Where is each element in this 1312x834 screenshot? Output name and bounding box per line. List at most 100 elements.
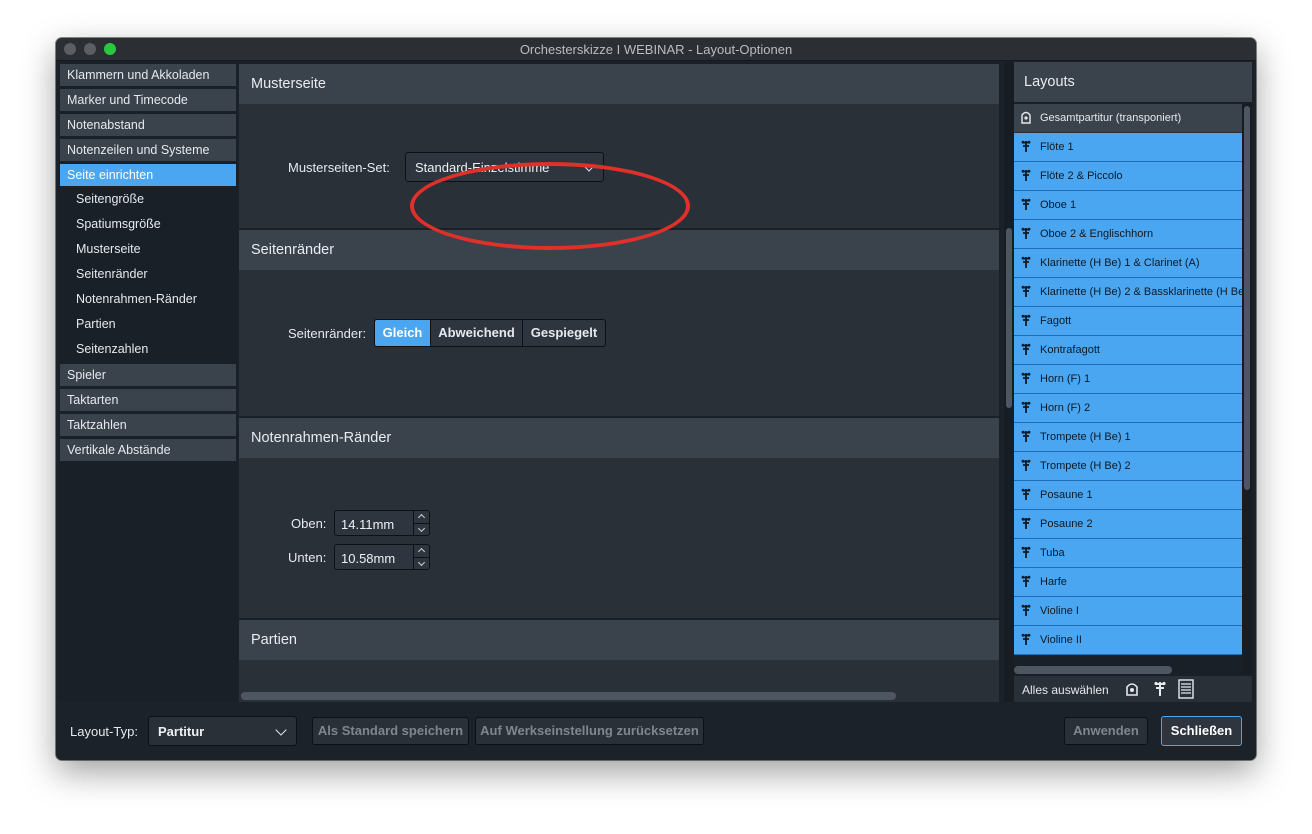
sidebar-item-spieler[interactable]: Spieler [60, 364, 236, 386]
apply-button[interactable]: Anwenden [1064, 717, 1148, 745]
part-icon [1020, 197, 1032, 211]
options-horizontal-scrollbar[interactable] [241, 692, 896, 700]
sidebar-item-notenzeilen[interactable]: Notenzeilen und Systeme [60, 139, 236, 161]
select-full-scores-icon[interactable] [1124, 681, 1140, 697]
layout-list-item[interactable]: Flöte 2 & Piccolo [1014, 162, 1242, 191]
decrement-icon[interactable] [417, 558, 426, 567]
save-as-default-button[interactable]: Als Standard speichern [312, 717, 469, 745]
sidebar-subitem-spatiumsgroesse[interactable]: Spatiumsgröße [76, 213, 161, 235]
part-icon [1020, 284, 1032, 298]
scrollbar-thumb[interactable] [1244, 106, 1250, 490]
layouts-panel: Layouts Gesamtpartitur (transponiert) Flö… [1014, 62, 1254, 702]
layout-list-item[interactable]: Posaune 1 [1014, 481, 1242, 510]
sidebar-subitem-seitenzahlen[interactable]: Seitenzahlen [76, 338, 148, 360]
sidebar-subitem-notenrahmen[interactable]: Notenrahmen-Ränder [76, 288, 197, 310]
margins-different-button[interactable]: Abweichend [430, 319, 523, 347]
reset-to-factory-button[interactable]: Auf Werkseinstellung zurücksetzen [475, 717, 704, 745]
part-icon [1020, 516, 1032, 530]
layouts-title: Layouts [1024, 74, 1075, 90]
frame-top-input[interactable]: 14.11mm [334, 510, 414, 536]
layout-label: Kontrafagott [1040, 344, 1100, 356]
section-header-partien[interactable]: Partien [239, 620, 999, 660]
options-vertical-scrollbar[interactable] [1004, 62, 1014, 702]
layout-label: Oboe 2 & Englischhorn [1040, 228, 1154, 240]
layout-type-label: Layout-Typ: [70, 724, 138, 739]
layout-list-item[interactable]: Gesamtpartitur (transponiert) [1014, 104, 1242, 133]
sidebar-subitem-seitenraender[interactable]: Seitenränder [76, 263, 148, 285]
part-icon [1020, 371, 1032, 385]
frame-bottom-input[interactable]: 10.58mm [334, 544, 414, 570]
layout-list-item[interactable]: Harfe [1014, 568, 1242, 597]
page-margins-label: Seitenränder: [288, 326, 367, 341]
sidebar-item-klammern[interactable]: Klammern und Akkoladen [60, 64, 236, 86]
scrollbar-thumb[interactable] [1006, 228, 1012, 408]
layouts-vertical-scrollbar[interactable] [1242, 104, 1252, 674]
layout-list-item[interactable]: Flöte 1 [1014, 133, 1242, 162]
layout-label: Violine I [1040, 605, 1079, 617]
layout-list-item[interactable]: Horn (F) 2 [1014, 394, 1242, 423]
select-parts-icon[interactable] [1152, 680, 1168, 698]
layout-label: Horn (F) 1 [1040, 373, 1091, 385]
frame-bottom-arrows[interactable] [413, 544, 430, 570]
layout-list-item[interactable]: Fagott [1014, 307, 1242, 336]
dropdown-value: Partitur [158, 724, 205, 739]
layouts-footer: Alles auswählen [1014, 676, 1252, 702]
master-page-set-label: Musterseiten-Set: [288, 160, 390, 175]
layout-label: Trompete (H Be) 2 [1040, 460, 1131, 472]
sidebar-item-taktarten[interactable]: Taktarten [60, 389, 236, 411]
increment-icon[interactable] [417, 513, 426, 522]
decrement-icon[interactable] [417, 524, 426, 533]
sidebar-subitem-partien[interactable]: Partien [76, 313, 116, 335]
red-highlight-annotation [410, 162, 690, 250]
layout-list-item[interactable]: Horn (F) 1 [1014, 365, 1242, 394]
sidebar-item-taktzahlen[interactable]: Taktzahlen [60, 414, 236, 436]
layout-label: Flöte 2 & Piccolo [1040, 170, 1123, 182]
select-all-label[interactable]: Alles auswählen [1022, 683, 1109, 697]
layout-label: Klarinette (H Be) 1 & Clarinet (A) [1040, 257, 1200, 269]
sidebar-item-seite-einrichten[interactable]: Seite einrichten [60, 164, 236, 186]
layouts-header: Layouts [1014, 62, 1252, 102]
part-icon [1020, 632, 1032, 646]
sidebar-item-marker[interactable]: Marker und Timecode [60, 89, 236, 111]
sidebar-subitem-musterseite[interactable]: Musterseite [76, 238, 141, 260]
section-title: Partien [251, 632, 297, 648]
layout-list-item[interactable]: Klarinette (H Be) 1 & Clarinet (A) [1014, 249, 1242, 278]
section-header-notenrahmen[interactable]: Notenrahmen-Ränder [239, 418, 999, 458]
part-icon [1020, 487, 1032, 501]
layout-label: Fagott [1040, 315, 1072, 327]
layout-list-item[interactable]: Trompete (H Be) 2 [1014, 452, 1242, 481]
layout-list-item[interactable]: Violine II [1014, 626, 1242, 655]
section-body-notenrahmen: Oben: 14.11mm Unten: 10.58mm [239, 458, 999, 618]
layouts-horizontal-scrollbar[interactable] [1014, 666, 1172, 674]
select-custom-layouts-icon[interactable] [1178, 679, 1194, 699]
section-body-seitenraender: Seitenränder: Gleich Abweichend Gespiege… [239, 270, 999, 416]
sidebar-subitem-seitengroesse[interactable]: Seitengröße [76, 188, 144, 210]
layout-list-item[interactable]: Violine I [1014, 597, 1242, 626]
part-icon [1020, 458, 1032, 472]
margins-mirrored-button[interactable]: Gespiegelt [522, 319, 606, 347]
frame-top-arrows[interactable] [413, 510, 430, 536]
layout-label: Flöte 1 [1040, 141, 1074, 153]
layout-list-item[interactable]: Trompete (H Be) 1 [1014, 423, 1242, 452]
margins-equal-button[interactable]: Gleich [374, 319, 431, 347]
section-title: Musterseite [251, 76, 326, 92]
sidebar-item-vertikale-abstaende[interactable]: Vertikale Abstände [60, 439, 236, 461]
section-header-musterseite[interactable]: Musterseite [239, 64, 999, 104]
layout-list-item[interactable]: Tuba [1014, 539, 1242, 568]
increment-icon[interactable] [417, 547, 426, 556]
layout-type-dropdown[interactable]: Partitur [148, 716, 297, 746]
full-score-icon [1020, 110, 1032, 124]
frame-top-label: Oben: [291, 516, 327, 531]
sidebar-item-notenabstand[interactable]: Notenabstand [60, 114, 236, 136]
layout-options-window: Orchesterskizze I WEBINAR - Layout-Optio… [56, 38, 1256, 760]
layout-list-item[interactable]: Oboe 2 & Englischhorn [1014, 220, 1242, 249]
section-title: Notenrahmen-Ränder [251, 430, 392, 446]
layout-label: Gesamtpartitur (transponiert) [1040, 112, 1182, 124]
layout-list-item[interactable]: Oboe 1 [1014, 191, 1242, 220]
layout-list-item[interactable]: Klarinette (H Be) 2 & Bassklarinette (H … [1014, 278, 1242, 307]
layout-list-item[interactable]: Posaune 2 [1014, 510, 1242, 539]
close-button[interactable]: Schließen [1161, 716, 1242, 746]
layouts-list: Gesamtpartitur (transponiert) Flöte 1 Flöt… [1014, 104, 1242, 662]
part-icon [1020, 545, 1032, 559]
layout-list-item[interactable]: Kontrafagott [1014, 336, 1242, 365]
